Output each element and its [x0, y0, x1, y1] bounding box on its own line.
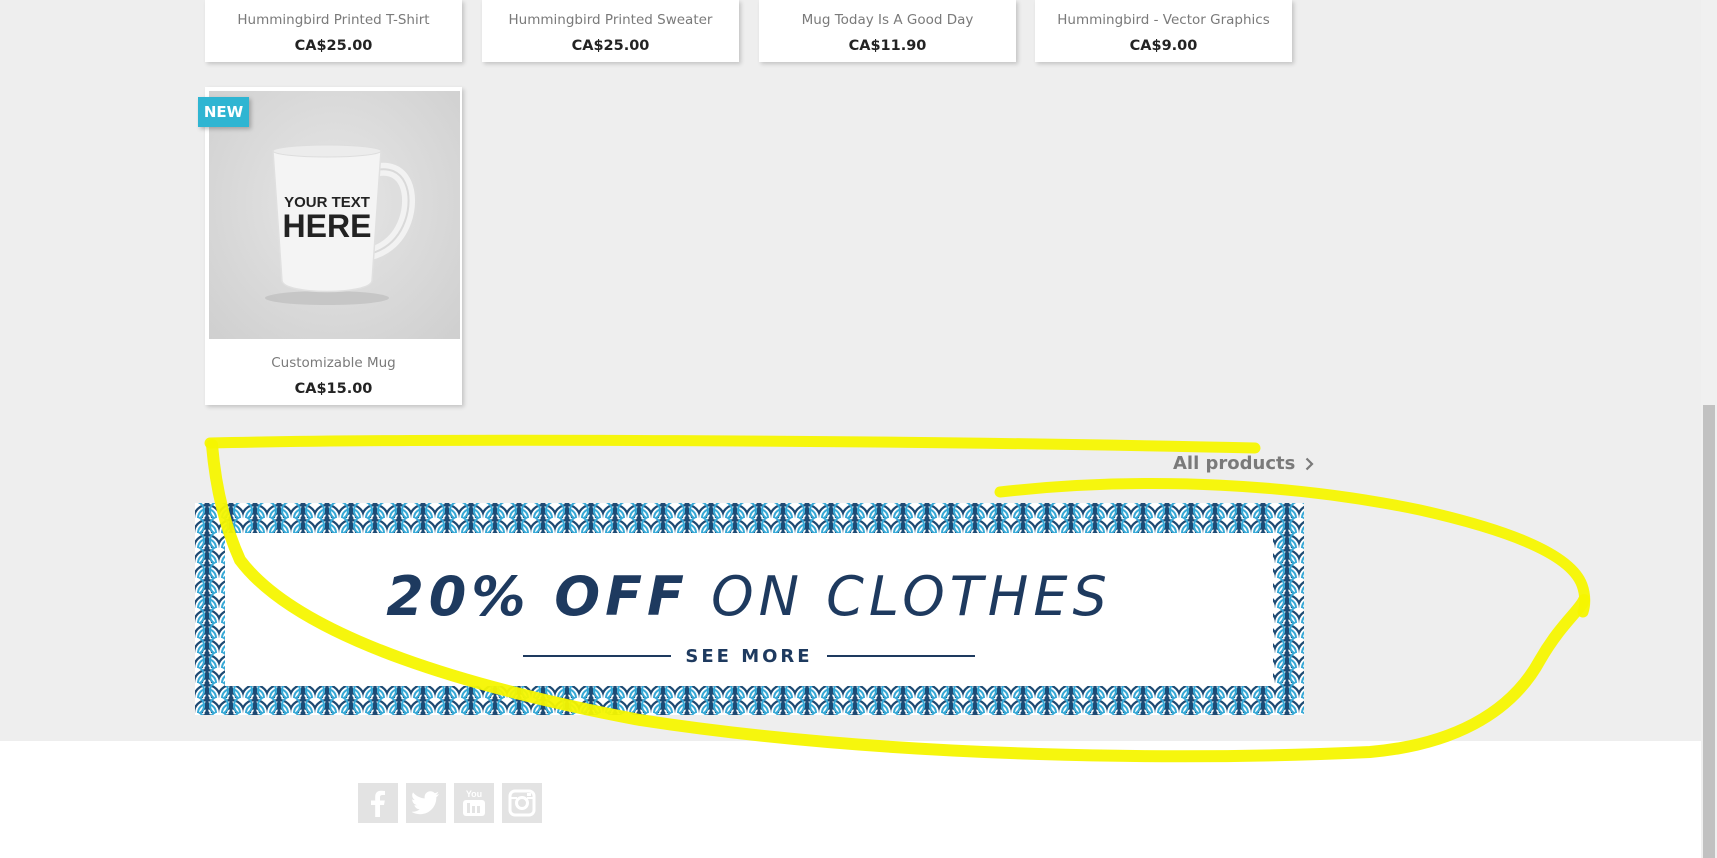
- footer: [0, 741, 1701, 858]
- divider-left: [523, 655, 672, 657]
- divider-right: [826, 655, 975, 657]
- product-card-tshirt[interactable]: Hummingbird Printed T-Shirt CA$25.00: [205, 0, 462, 62]
- svg-text:You: You: [466, 789, 482, 799]
- mug-image: YOUR TEXT HERE: [265, 144, 415, 305]
- product-name[interactable]: Hummingbird Printed Sweater: [482, 12, 739, 28]
- scrollbar-thumb[interactable]: [1703, 405, 1715, 858]
- twitter-icon[interactable]: [406, 783, 446, 823]
- promo-title-light: ON CLOTHES: [711, 565, 1112, 628]
- product-thumbnail[interactable]: YOUR TEXT HERE: [209, 91, 460, 339]
- new-badge: NEW: [198, 97, 249, 127]
- instagram-icon[interactable]: [502, 783, 542, 823]
- mug-text-line2: HERE: [283, 208, 372, 244]
- promo-title-bold: 20% OFF: [386, 565, 689, 628]
- banner-content[interactable]: 20% OFF ON CLOTHES SEE MORE: [225, 533, 1273, 686]
- promo-title[interactable]: 20% OFF ON CLOTHES: [225, 565, 1273, 628]
- product-price: CA$15.00: [294, 381, 373, 397]
- product-name[interactable]: Hummingbird Printed T-Shirt: [205, 12, 462, 28]
- product-price: CA$9.00: [1129, 38, 1198, 54]
- chevron-right-icon: [1306, 457, 1314, 470]
- youtube-icon[interactable]: You: [454, 783, 494, 823]
- see-more-row[interactable]: SEE MORE: [225, 645, 1273, 667]
- product-card-vector-graphics[interactable]: Hummingbird - Vector Graphics CA$9.00: [1035, 0, 1292, 62]
- product-name[interactable]: Customizable Mug: [205, 355, 462, 371]
- product-price: CA$11.90: [848, 38, 927, 54]
- product-card-sweater[interactable]: Hummingbird Printed Sweater CA$25.00: [482, 0, 739, 62]
- promo-banner[interactable]: 20% OFF ON CLOTHES SEE MORE: [195, 503, 1304, 715]
- all-products-label[interactable]: All products: [1173, 453, 1295, 474]
- see-more-button[interactable]: SEE MORE: [685, 646, 812, 667]
- product-card-mug-good-day[interactable]: Mug Today Is A Good Day CA$11.90: [759, 0, 1016, 62]
- product-name[interactable]: Mug Today Is A Good Day: [759, 12, 1016, 28]
- all-products-link[interactable]: All products: [1173, 453, 1314, 474]
- product-price: CA$25.00: [571, 38, 650, 54]
- product-name[interactable]: Hummingbird - Vector Graphics: [1035, 12, 1292, 28]
- facebook-icon[interactable]: [358, 783, 398, 823]
- product-price: CA$25.00: [294, 38, 373, 54]
- product-card-customizable-mug[interactable]: YOUR TEXT HERE Customizable Mug CA$15.00: [205, 87, 462, 405]
- main-content: Hummingbird Printed T-Shirt CA$25.00 Hum…: [0, 0, 1701, 741]
